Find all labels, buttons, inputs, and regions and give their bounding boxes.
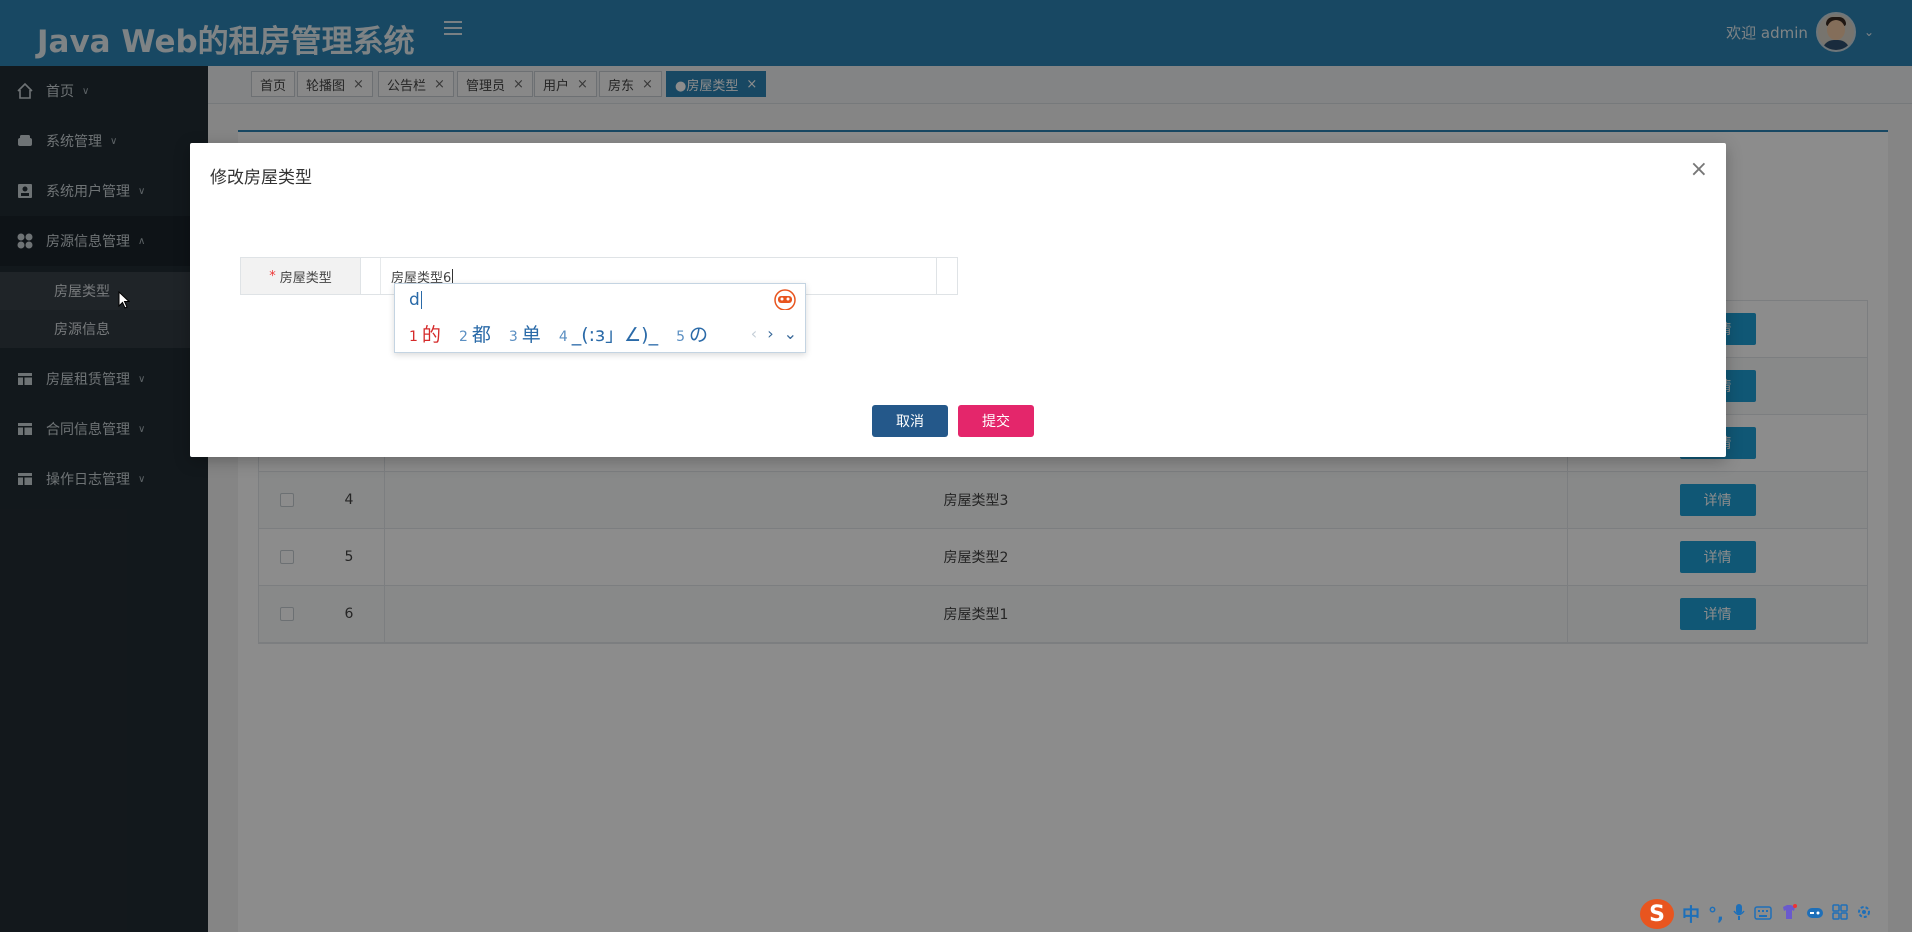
mouse-cursor-icon — [118, 291, 130, 309]
close-icon[interactable]: × — [1690, 159, 1708, 181]
field-label-text: 房屋类型 — [279, 270, 332, 286]
input-language-toggle[interactable]: 中 — [1682, 901, 1700, 927]
game-icon[interactable] — [1806, 904, 1824, 925]
ime-candidate-window: d 1的 2都 3单 4 _(:з」∠)_ 5の ‹ › ⌄ — [394, 283, 806, 353]
keyboard-icon[interactable] — [1754, 904, 1772, 925]
punctuation-toggle[interactable]: °, — [1708, 904, 1724, 925]
chevron-down-icon[interactable]: ⌄ — [784, 324, 797, 343]
sogou-logo-icon[interactable]: S — [1640, 899, 1674, 929]
ime-composition: d — [409, 290, 422, 310]
ime-navigation: ‹ › ⌄ — [741, 324, 797, 343]
ime-candidate[interactable]: 4 _(:з」∠)_ — [559, 320, 658, 347]
microphone-icon[interactable] — [1732, 903, 1746, 926]
chevron-right-icon[interactable]: › — [767, 324, 773, 343]
ime-candidates: 1的 2都 3单 4 _(:з」∠)_ 5の — [409, 320, 726, 347]
ime-mascot-icon[interactable] — [773, 288, 797, 311]
ime-candidate[interactable]: 5の — [676, 320, 708, 347]
chevron-left-icon[interactable]: ‹ — [751, 324, 757, 343]
skin-icon[interactable] — [1780, 903, 1798, 925]
dialog-title: 修改房屋类型 — [210, 168, 312, 188]
ime-toolbar: S 中 °, — [1640, 896, 1912, 932]
ime-candidate[interactable]: 2都 — [459, 320, 491, 347]
required-mark: * — [269, 268, 276, 284]
ime-candidate[interactable]: 3单 — [509, 320, 541, 347]
submit-button[interactable]: 提交 — [958, 405, 1034, 437]
grid-menu-icon[interactable] — [1832, 903, 1848, 925]
house-type-label: * 房屋类型 — [241, 258, 361, 294]
cancel-button[interactable]: 取消 — [872, 405, 948, 437]
settings-icon[interactable] — [1856, 904, 1872, 925]
ime-candidate[interactable]: 1的 — [409, 320, 441, 347]
modal-backdrop[interactable] — [0, 0, 1912, 932]
